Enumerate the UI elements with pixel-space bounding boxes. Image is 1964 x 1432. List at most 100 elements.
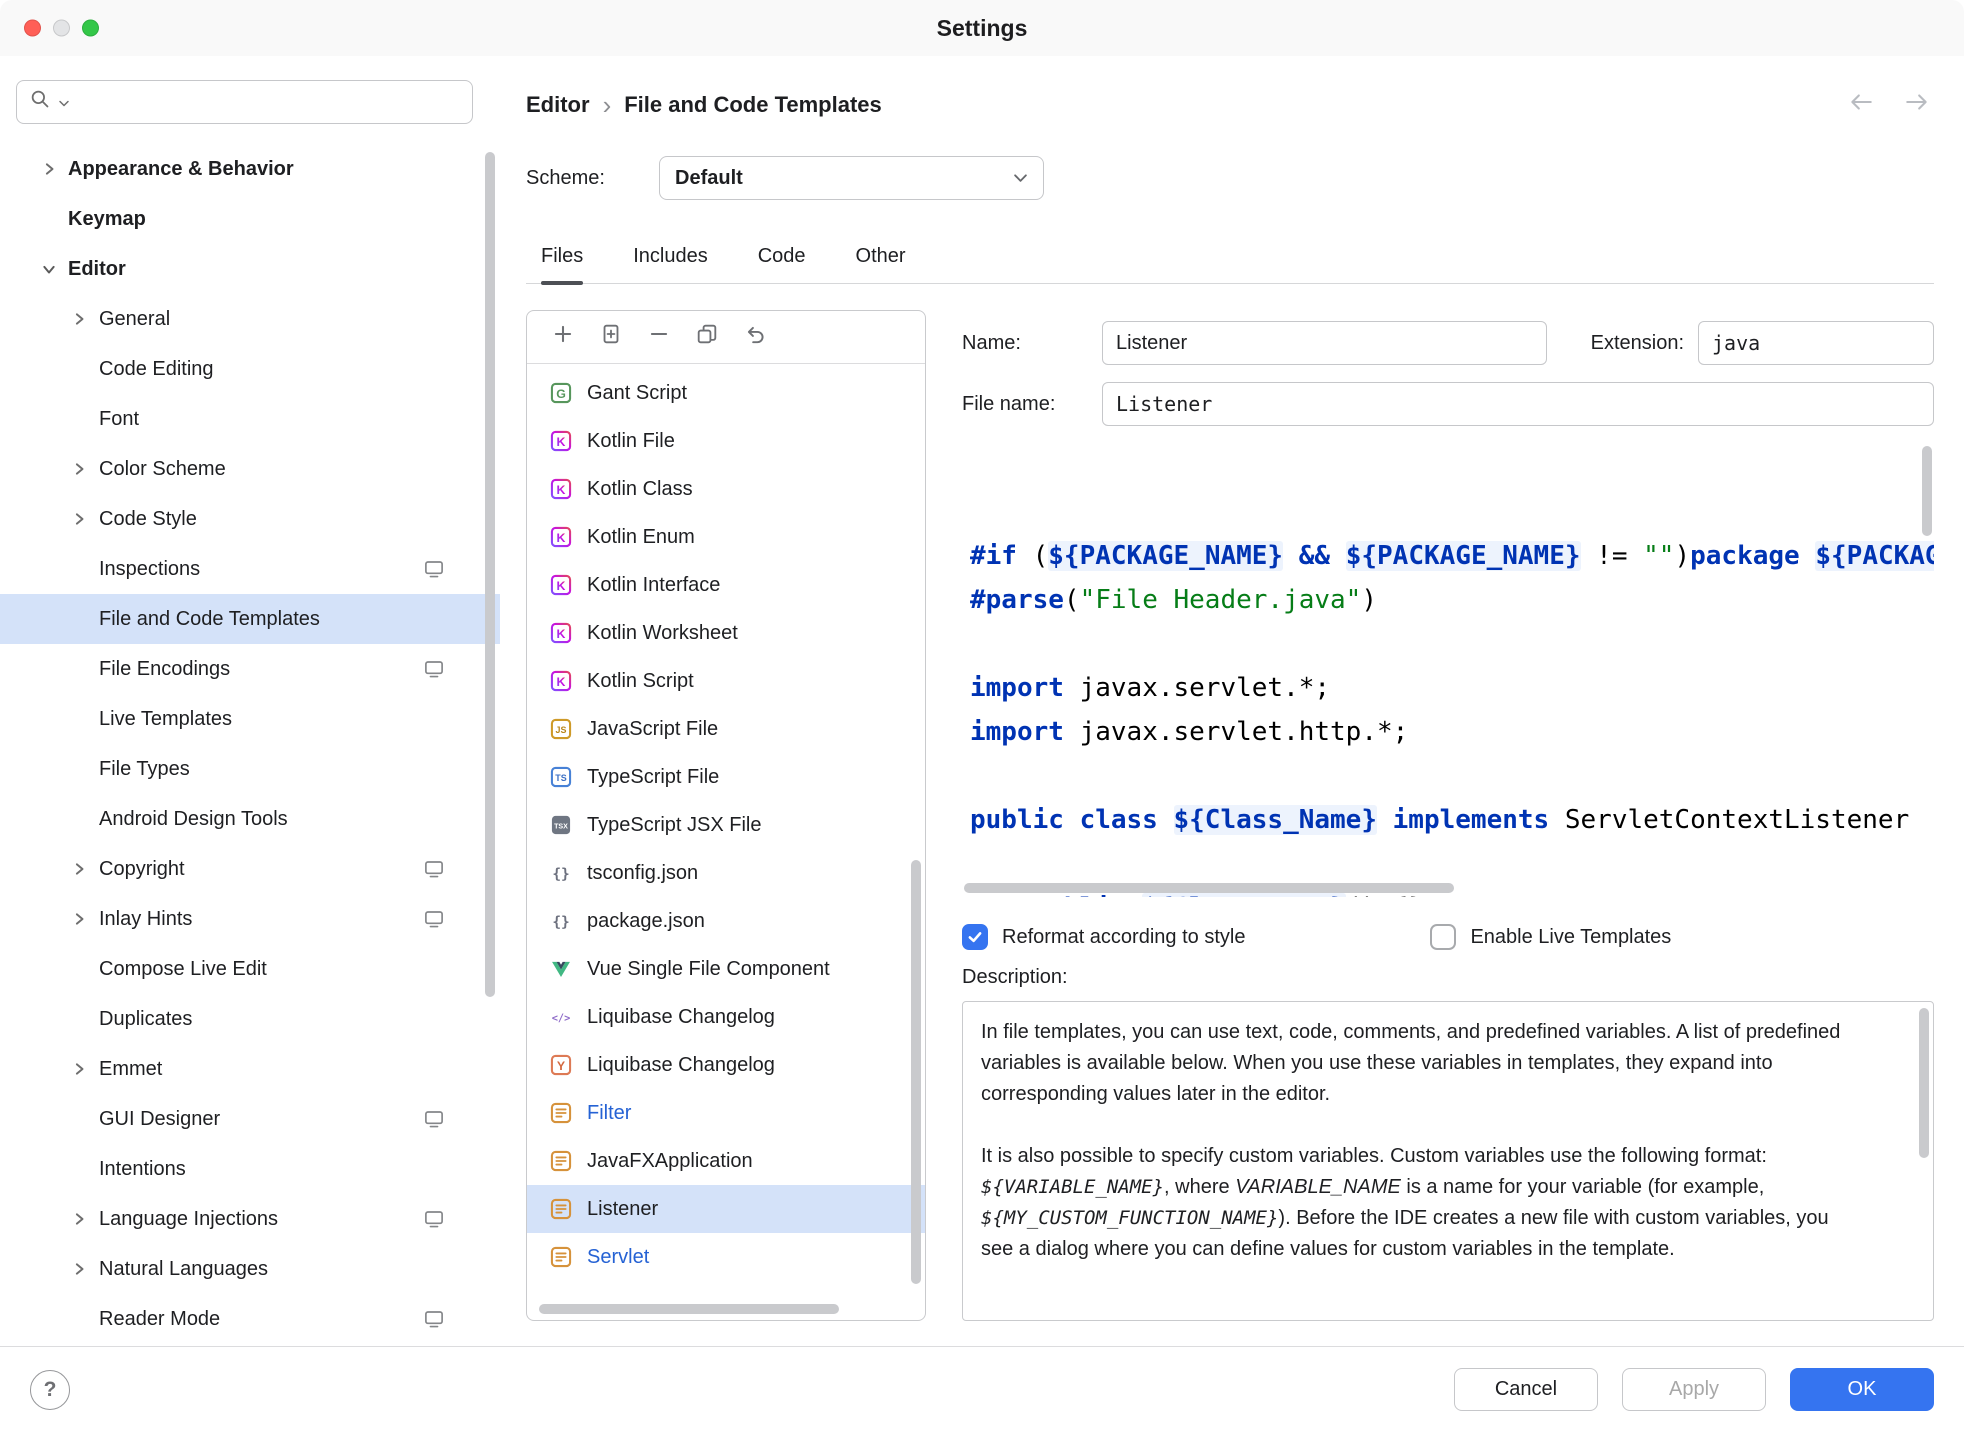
apply-button[interactable]: Apply	[1622, 1368, 1766, 1411]
template-item-gant-script[interactable]: GGant Script	[527, 369, 925, 417]
template-item-label: Gant Script	[587, 382, 687, 405]
template-item-kotlin-class[interactable]: KKotlin Class	[527, 465, 925, 513]
sidebar-item-code-editing[interactable]: Code Editing	[0, 344, 500, 394]
template-item-label: Kotlin Worksheet	[587, 622, 738, 645]
chevron-right-icon[interactable]	[72, 1212, 86, 1226]
scheme-dropdown[interactable]: Default	[659, 156, 1044, 200]
chevron-down-icon[interactable]	[42, 262, 56, 276]
template-list-horizontal-scrollbar[interactable]	[539, 1304, 839, 1314]
chevron-right-icon[interactable]	[72, 862, 86, 876]
chevron-right-icon[interactable]	[72, 462, 86, 476]
code-horizontal-scrollbar[interactable]	[964, 883, 1454, 893]
sidebar-item-file-encodings[interactable]: File Encodings	[0, 644, 500, 694]
template-item-kotlin-worksheet[interactable]: KKotlin Worksheet	[527, 609, 925, 657]
close-window-button[interactable]	[24, 20, 41, 37]
sidebar-item-file-types[interactable]: File Types	[0, 744, 500, 794]
template-item-kotlin-script[interactable]: KKotlin Script	[527, 657, 925, 705]
template-item-listener[interactable]: Listener	[527, 1185, 925, 1233]
sidebar-item-editor[interactable]: Editor	[0, 244, 500, 294]
sidebar-item-appearance-behavior[interactable]: Appearance & Behavior	[0, 144, 500, 194]
tab-other[interactable]: Other	[856, 245, 906, 283]
sidebar-item-gui-designer[interactable]: GUI Designer	[0, 1094, 500, 1144]
code-vertical-scrollbar[interactable]	[1922, 446, 1932, 536]
name-field[interactable]	[1102, 321, 1547, 365]
chevron-right-icon[interactable]	[72, 912, 86, 926]
tab-files[interactable]: Files	[541, 245, 583, 283]
zoom-window-button[interactable]	[82, 20, 99, 37]
template-item-package-json[interactable]: {}package.json	[527, 897, 925, 945]
description-paragraph: In file templates, you can use text, cod…	[981, 1017, 1863, 1110]
breadcrumb-editor[interactable]: Editor	[526, 92, 590, 118]
add-button[interactable]	[539, 317, 587, 357]
extension-field[interactable]	[1698, 321, 1934, 365]
sidebar-item-label: General	[99, 308, 170, 331]
remove-button[interactable]	[635, 317, 683, 357]
sidebar-item-natural-languages[interactable]: Natural Languages	[0, 1244, 500, 1294]
template-list-vertical-scrollbar[interactable]	[911, 860, 921, 1230]
file-name-field[interactable]	[1102, 382, 1934, 426]
template-item-kotlin-file[interactable]: KKotlin File	[527, 417, 925, 465]
copy-button[interactable]	[683, 317, 731, 357]
sidebar-item-duplicates[interactable]: Duplicates	[0, 994, 500, 1044]
template-item-javafxapplication[interactable]: JavaFXApplication	[527, 1137, 925, 1185]
template-code-editor[interactable]: #if (${PACKAGE_NAME} && ${PACKAGE_NAME} …	[962, 438, 1934, 897]
sidebar-item-code-style[interactable]: Code Style	[0, 494, 500, 544]
sidebar-item-general[interactable]: General	[0, 294, 500, 344]
sidebar-item-color-scheme[interactable]: Color Scheme	[0, 444, 500, 494]
tab-includes[interactable]: Includes	[633, 245, 708, 283]
template-item-label: JavaFXApplication	[587, 1150, 753, 1173]
braces-icon: {}	[549, 861, 573, 885]
forward-button[interactable]	[1904, 92, 1930, 118]
sidebar-item-label: Copyright	[99, 858, 185, 881]
chevron-right-icon[interactable]	[72, 312, 86, 326]
sidebar-item-compose-live-edit[interactable]: Compose Live Edit	[0, 944, 500, 994]
minimize-window-button[interactable]	[53, 20, 70, 37]
sidebar-item-reader-mode[interactable]: Reader Mode	[0, 1294, 500, 1344]
sidebar-item-emmet[interactable]: Emmet	[0, 1044, 500, 1094]
tab-code[interactable]: Code	[758, 245, 806, 283]
template-item-vue-single-file-component[interactable]: Vue Single File Component	[527, 945, 925, 993]
sidebar-item-font[interactable]: Font	[0, 394, 500, 444]
sidebar-item-file-and-code-templates[interactable]: File and Code Templates	[0, 594, 500, 644]
chevron-right-icon[interactable]	[72, 1062, 86, 1076]
template-item-liquibase-changelog[interactable]: </>Liquibase Changelog	[527, 993, 925, 1041]
settings-search-input[interactable]	[16, 80, 473, 124]
add-template-button[interactable]	[587, 317, 635, 357]
name-label: Name:	[962, 332, 1102, 355]
sidebar-item-copyright[interactable]: Copyright	[0, 844, 500, 894]
sidebar-item-android-design-tools[interactable]: Android Design Tools	[0, 794, 500, 844]
revert-button[interactable]	[731, 317, 779, 357]
sidebar-item-inlay-hints[interactable]: Inlay Hints	[0, 894, 500, 944]
chevron-right-icon[interactable]	[72, 1262, 86, 1276]
template-item-tsconfig-json[interactable]: {}tsconfig.json	[527, 849, 925, 897]
template-item-liquibase-changelog[interactable]: YLiquibase Changelog	[527, 1041, 925, 1089]
reformat-checkbox-box[interactable]	[962, 924, 988, 950]
template-item-kotlin-enum[interactable]: KKotlin Enum	[527, 513, 925, 561]
search-history-chevron-icon[interactable]	[58, 91, 70, 114]
template-item-javascript-file[interactable]: JSJavaScript File	[527, 705, 925, 753]
sidebar-item-intentions[interactable]: Intentions	[0, 1144, 500, 1194]
enable-live-templates-checkbox-box[interactable]	[1430, 924, 1456, 950]
template-item-typescript-file[interactable]: TSTypeScript File	[527, 753, 925, 801]
description-scrollbar[interactable]	[1919, 1008, 1929, 1158]
template-item-label: Servlet	[587, 1246, 649, 1269]
chevron-right-icon[interactable]	[42, 162, 56, 176]
sidebar-scrollbar[interactable]	[485, 152, 495, 997]
cancel-button[interactable]: Cancel	[1454, 1368, 1598, 1411]
back-button[interactable]	[1848, 92, 1874, 118]
svg-text:TS: TS	[555, 773, 566, 783]
sidebar-item-keymap[interactable]: Keymap	[0, 194, 500, 244]
chevron-right-icon[interactable]	[72, 512, 86, 526]
sidebar-item-language-injections[interactable]: Language Injections	[0, 1194, 500, 1244]
help-button[interactable]: ?	[30, 1370, 70, 1410]
template-item-servlet[interactable]: Servlet	[527, 1233, 925, 1281]
sidebar-item-live-templates[interactable]: Live Templates	[0, 694, 500, 744]
template-item-typescript-jsx-file[interactable]: TSXTypeScript JSX File	[527, 801, 925, 849]
template-item-label: Listener	[587, 1198, 658, 1221]
template-item-kotlin-interface[interactable]: KKotlin Interface	[527, 561, 925, 609]
sidebar-item-inspections[interactable]: Inspections	[0, 544, 500, 594]
enable-live-templates-checkbox[interactable]: Enable Live Templates	[1430, 924, 1671, 950]
reformat-checkbox[interactable]: Reformat according to style	[962, 924, 1245, 950]
ok-button[interactable]: OK	[1790, 1368, 1934, 1411]
template-item-filter[interactable]: Filter	[527, 1089, 925, 1137]
